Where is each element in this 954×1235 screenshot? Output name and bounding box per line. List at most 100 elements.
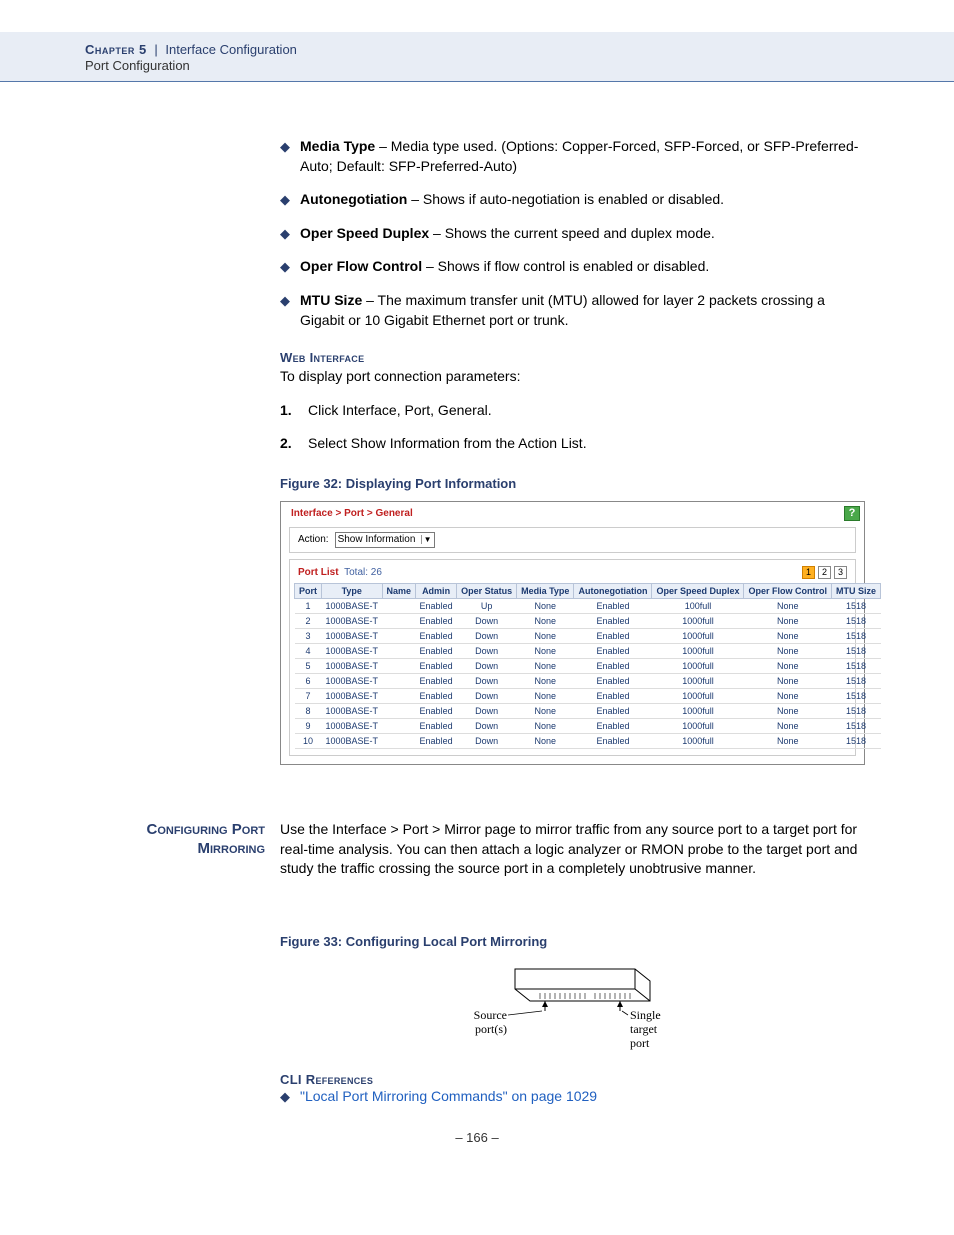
table-cell: Enabled [416, 658, 457, 673]
list-item: MTU Size – The maximum transfer unit (MT… [300, 291, 869, 330]
cli-link-list: "Local Port Mirroring Commands" on page … [280, 1087, 869, 1107]
table-row: 101000BASE-TEnabledDownNoneEnabled1000fu… [295, 733, 881, 748]
chapter-subtitle: Port Configuration [85, 58, 954, 73]
table-cell: None [744, 628, 832, 643]
table-cell: 1518 [831, 658, 880, 673]
table-cell [382, 703, 416, 718]
table-cell: Enabled [416, 733, 457, 748]
table-cell: 1518 [831, 688, 880, 703]
help-icon[interactable]: ? [844, 506, 860, 521]
parameter-list: Media Type – Media type used. (Options: … [280, 137, 869, 330]
table-cell: 1000full [652, 688, 744, 703]
table-cell: 1518 [831, 733, 880, 748]
port-info-screenshot: Interface > Port > General ? Action: Sho… [280, 501, 865, 765]
table-cell: 1000BASE-T [322, 673, 383, 688]
total-label: Total: 26 [344, 567, 382, 578]
table-cell: None [517, 703, 574, 718]
chapter-title: Interface Configuration [165, 42, 297, 57]
mirroring-side-heading: Configuring Port Mirroring [85, 820, 265, 859]
table-cell [382, 628, 416, 643]
table-cell: 7 [295, 688, 322, 703]
table-cell: 1518 [831, 643, 880, 658]
table-cell: Down [457, 673, 517, 688]
table-cell: 1518 [831, 628, 880, 643]
table-row: 81000BASE-TEnabledDownNoneEnabled1000ful… [295, 703, 881, 718]
list-item: Oper Flow Control – Shows if flow contro… [300, 257, 869, 277]
table-cell: Down [457, 658, 517, 673]
table-cell: Enabled [416, 598, 457, 613]
description: – Media type used. (Options: Copper-Forc… [300, 138, 858, 174]
table-cell: 1518 [831, 703, 880, 718]
table-cell: 1000BASE-T [322, 613, 383, 628]
cli-link[interactable]: "Local Port Mirroring Commands" on page … [300, 1088, 597, 1104]
table-cell: None [744, 598, 832, 613]
table-cell [382, 658, 416, 673]
page-header: Chapter 5 | Interface Configuration Port… [0, 32, 954, 82]
table-cell: Enabled [574, 733, 652, 748]
breadcrumb: Interface > Port > General [291, 508, 413, 519]
table-row: 31000BASE-TEnabledDownNoneEnabled1000ful… [295, 628, 881, 643]
separator: | [154, 42, 157, 57]
table-cell: None [517, 718, 574, 733]
table-cell: None [744, 703, 832, 718]
chapter-label: Chapter 5 [85, 42, 147, 57]
table-cell: Enabled [416, 703, 457, 718]
table-row: 61000BASE-TEnabledDownNoneEnabled1000ful… [295, 673, 881, 688]
description: – Shows the current speed and duplex mod… [429, 225, 715, 241]
table-cell: 1000full [652, 628, 744, 643]
column-header: Type [322, 583, 383, 598]
action-value: Show Information [338, 534, 416, 545]
table-cell: 1518 [831, 718, 880, 733]
table-cell: None [517, 688, 574, 703]
table-cell: Enabled [574, 628, 652, 643]
diagram-right-label-2: target [630, 1022, 658, 1036]
diagram-left-label-1: Source [473, 1008, 506, 1022]
table-cell: 1518 [831, 613, 880, 628]
column-header: Oper Flow Control [744, 583, 832, 598]
table-cell: 1000full [652, 643, 744, 658]
step-list: Click Interface, Port, General.Select Sh… [280, 401, 869, 454]
column-header: Admin [416, 583, 457, 598]
table-cell: 1000BASE-T [322, 733, 383, 748]
table-cell: Enabled [574, 613, 652, 628]
table-cell: 1000BASE-T [322, 643, 383, 658]
cli-references-heading: CLI References [280, 1072, 869, 1087]
table-cell: Enabled [574, 703, 652, 718]
description: – Shows if flow control is enabled or di… [422, 258, 709, 274]
diagram-right-label-3: port [630, 1036, 650, 1050]
term: Oper Flow Control [300, 258, 422, 274]
column-header: Media Type [517, 583, 574, 598]
figure-33-block: Figure 33: Configuring Local Port Mirror… [280, 934, 869, 1107]
table-cell: None [517, 643, 574, 658]
description: – The maximum transfer unit (MTU) allowe… [300, 292, 825, 328]
table-cell: Enabled [574, 658, 652, 673]
table-cell: Down [457, 628, 517, 643]
table-cell: 10 [295, 733, 322, 748]
mirroring-diagram: Source port(s) Single target port [445, 959, 705, 1054]
pager-page[interactable]: 3 [834, 566, 847, 579]
action-select[interactable]: Show Information ▼ [335, 532, 435, 548]
table-cell: None [744, 688, 832, 703]
table-cell: 3 [295, 628, 322, 643]
table-cell: 6 [295, 673, 322, 688]
column-header: Oper Status [457, 583, 517, 598]
pager-page[interactable]: 2 [818, 566, 831, 579]
table-cell: None [517, 658, 574, 673]
column-header: Autonegotiation [574, 583, 652, 598]
table-cell: Enabled [574, 673, 652, 688]
figure-33-caption: Figure 33: Configuring Local Port Mirror… [280, 934, 869, 949]
table-cell: 2 [295, 613, 322, 628]
main-content: Media Type – Media type used. (Options: … [280, 137, 869, 765]
step-item: Click Interface, Port, General. [280, 401, 869, 421]
mirroring-section: Configuring Port Mirroring Use the Inter… [0, 820, 954, 879]
table-cell: Enabled [574, 598, 652, 613]
pager-page[interactable]: 1 [802, 566, 815, 579]
table-cell: Enabled [416, 613, 457, 628]
table-cell [382, 643, 416, 658]
description: – Shows if auto-negotiation is enabled o… [407, 191, 724, 207]
table-cell: 1000full [652, 733, 744, 748]
table-cell: 1000BASE-T [322, 718, 383, 733]
table-cell: 8 [295, 703, 322, 718]
table-cell: Down [457, 613, 517, 628]
table-cell: 1000BASE-T [322, 658, 383, 673]
